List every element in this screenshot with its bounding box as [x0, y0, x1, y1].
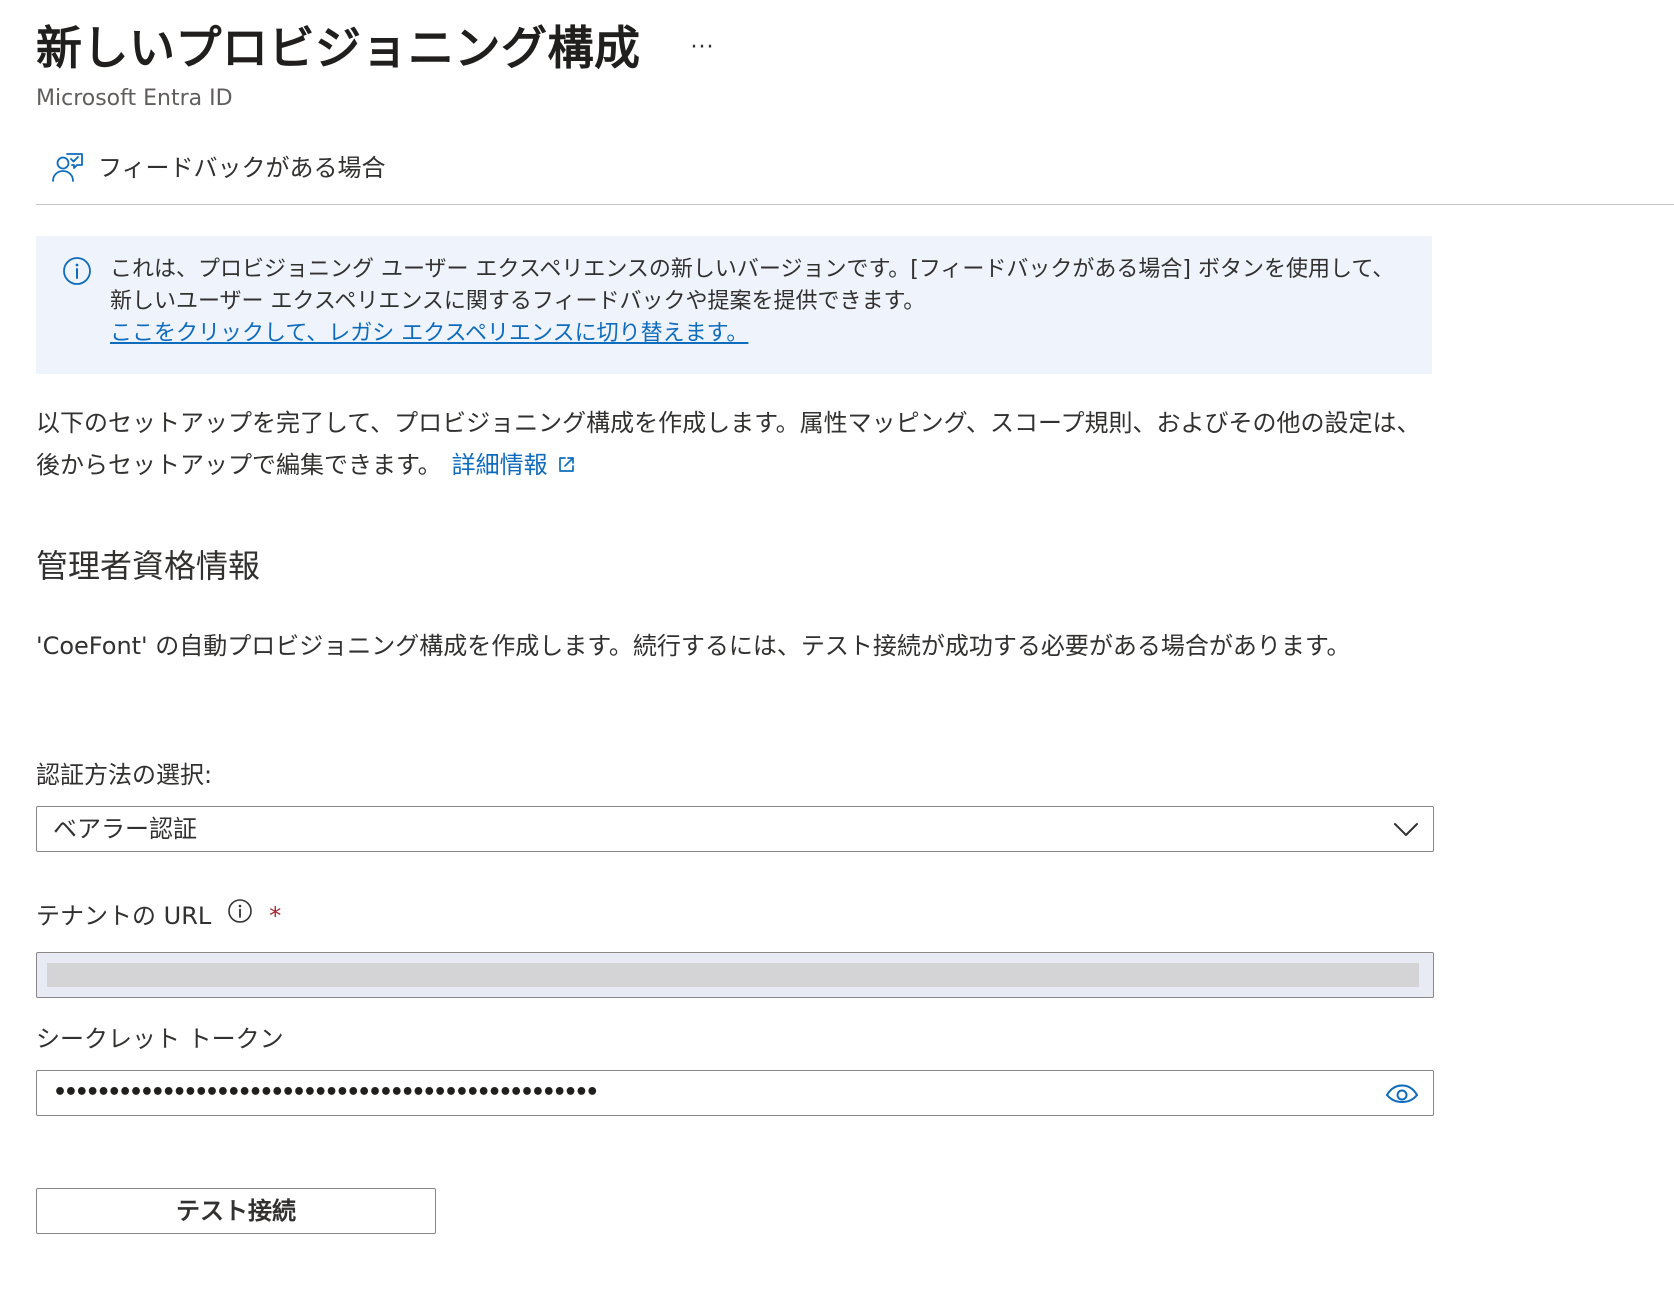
page-subtitle: Microsoft Entra ID — [36, 86, 233, 111]
feedback-label: フィードバックがある場合 — [98, 154, 386, 182]
banner-text: これは、プロビジョニング ユーザー エクスペリエンスの新しいバージョンです。[フ… — [110, 257, 1395, 314]
admin-credentials-heading: 管理者資格情報 — [36, 547, 261, 585]
tenant-url-info-icon[interactable] — [227, 898, 253, 933]
learn-more-label: 詳細情報 — [451, 451, 548, 479]
secret-token-input[interactable]: ••••••••••••••••••••••••••••••••••••••••… — [36, 1070, 1434, 1116]
tenant-url-value — [47, 963, 1419, 987]
tenant-url-label: テナントの URL — [36, 901, 212, 930]
learn-more-link[interactable]: 詳細情報 — [452, 451, 576, 479]
setup-description-text: 以下のセットアップを完了して、プロビジョニング構成を作成します。属性マッピング、… — [36, 409, 1421, 479]
info-icon — [62, 256, 92, 290]
secret-token-label: シークレット トークン — [36, 1025, 284, 1053]
tenant-url-label-row: テナントの URL * — [36, 898, 281, 933]
eye-icon[interactable] — [1385, 1081, 1419, 1111]
title-row: 新しいプロビジョニング構成 ··· — [36, 18, 714, 78]
admin-credentials-description: 'CoeFont' の自動プロビジョニング構成を作成します。続行するには、テスト… — [36, 632, 1351, 660]
page-title: 新しいプロビジョニング構成 — [36, 21, 641, 75]
more-options-button[interactable]: ··· — [691, 18, 715, 78]
feedback-button[interactable]: フィードバックがある場合 — [50, 148, 386, 188]
tenant-url-input[interactable] — [36, 952, 1434, 998]
feedback-person-icon — [50, 150, 86, 186]
auth-method-label: 認証方法の選択: — [36, 761, 213, 789]
legacy-experience-link[interactable]: ここをクリックして、レガシ エクスペリエンスに切り替えます。 — [110, 318, 748, 350]
required-asterisk: * — [269, 901, 282, 930]
test-connection-button[interactable]: テスト接続 — [36, 1188, 436, 1234]
setup-description: 以下のセットアップを完了して、プロビジョニング構成を作成します。属性マッピング、… — [36, 402, 1436, 486]
command-bar: フィードバックがある場合 — [36, 144, 1674, 205]
secret-token-value: ••••••••••••••••••••••••••••••••••••••••… — [53, 1080, 599, 1105]
external-link-icon — [548, 451, 576, 479]
auth-method-dropdown[interactable]: ベアラー認証 — [36, 806, 1434, 852]
auth-method-selected: ベアラー認証 — [53, 815, 197, 843]
chevron-down-icon — [1393, 817, 1419, 845]
info-banner: これは、プロビジョニング ユーザー エクスペリエンスの新しいバージョンです。[フ… — [36, 236, 1432, 374]
